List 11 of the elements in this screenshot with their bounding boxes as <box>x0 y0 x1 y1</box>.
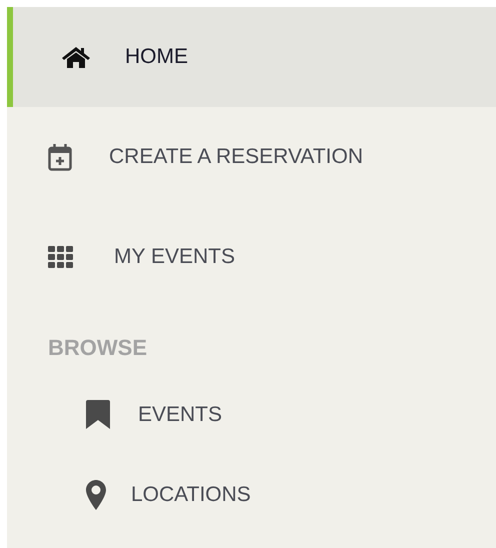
nav-item[interactable]: CREATE A RESERVATION <box>7 107 496 207</box>
section-heading: BROWSE <box>47 334 148 362</box>
nav-item[interactable]: LOCATIONS <box>7 455 496 535</box>
home-icon <box>61 45 91 69</box>
bookmark-icon <box>85 400 111 430</box>
nav-item[interactable]: EVENTS <box>7 375 496 455</box>
grid-icon <box>48 246 74 268</box>
calendar-plus-icon <box>48 143 72 171</box>
nav-item[interactable]: HOME <box>7 7 496 107</box>
nav-item[interactable]: MY EVENTS <box>7 207 496 307</box>
location-pin-icon <box>86 480 106 510</box>
